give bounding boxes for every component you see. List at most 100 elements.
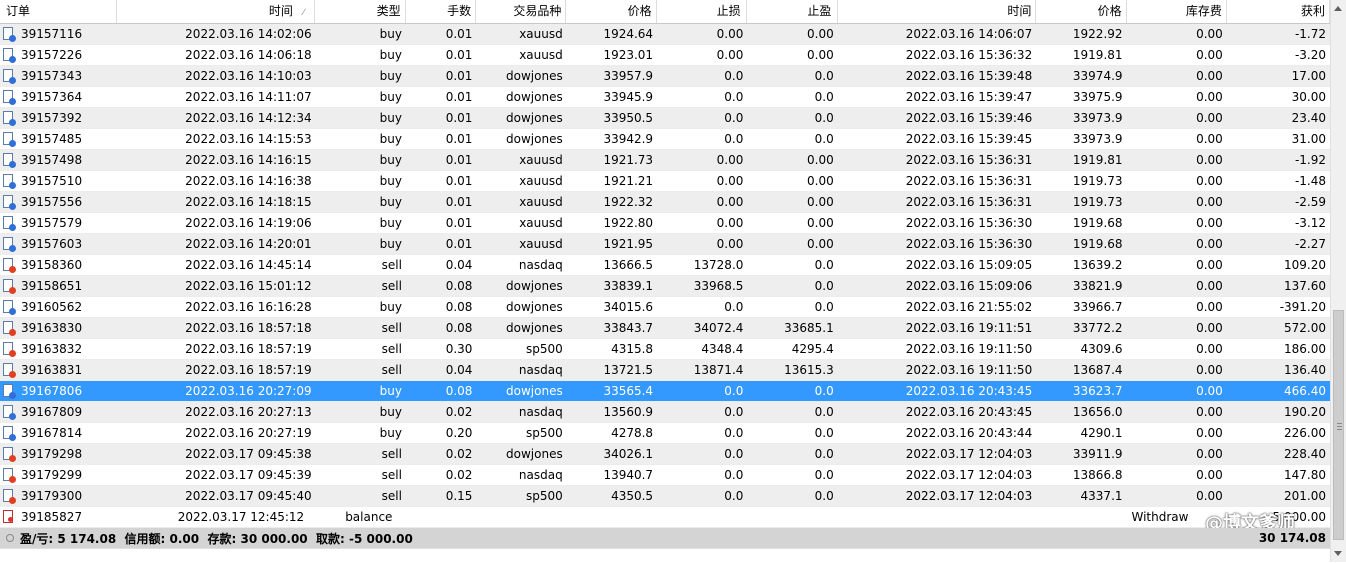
- type-cell: sell: [381, 489, 402, 503]
- table-row[interactable]: 39157603 2022.03.16 14:20:01 buy 0.01 xauusd…: [0, 234, 1330, 255]
- lots-cell: 0.08: [445, 384, 473, 398]
- header-take-profit[interactable]: 止盈: [747, 0, 839, 23]
- balance-comment-text: Withdraw: [1131, 510, 1189, 524]
- table-row[interactable]: 39157226 2022.03.16 14:06:18 buy 0.01 xauusd…: [0, 45, 1330, 66]
- close-time-cell: 2022.03.16 15:39:47: [905, 90, 1033, 104]
- swap-cell: 0.00: [1196, 258, 1223, 272]
- table-row[interactable]: 39157116 2022.03.16 14:02:06 buy 0.01 xauusd…: [0, 24, 1330, 45]
- table-row[interactable]: 39179300 2022.03.17 09:45:40 sell 0.15 sp500…: [0, 486, 1330, 507]
- buy-order-icon: [3, 111, 16, 126]
- lots-cell: 0.01: [445, 153, 473, 167]
- take-profit-cell: 0.00: [807, 27, 834, 41]
- table-row[interactable]: 39157556 2022.03.16 14:18:15 buy 0.01 xauusd…: [0, 192, 1330, 213]
- symbol-cell: sp500: [525, 342, 563, 356]
- table-row[interactable]: 39167814 2022.03.16 20:27:19 buy 0.20 sp500 4…: [0, 423, 1330, 444]
- symbol-cell: nasdaq: [518, 363, 563, 377]
- swap-cell: 0.00: [1196, 48, 1223, 62]
- order-number: 39160562: [21, 300, 83, 314]
- summary-bar: 盈/亏: 5 174.08 信用额: 0.00 存款: 30 000.00 取款…: [0, 528, 1330, 548]
- lots-cell: 0.08: [445, 321, 473, 335]
- lots-cell: 0.02: [445, 468, 473, 482]
- header-symbol[interactable]: 交易品种: [476, 0, 567, 23]
- buy-order-icon: [3, 153, 16, 168]
- close-time-cell: 2022.03.16 20:43:45: [905, 405, 1033, 419]
- vertical-scrollbar[interactable]: [1330, 0, 1346, 562]
- table-row[interactable]: 39157392 2022.03.16 14:12:34 buy 0.01 dowjon…: [0, 108, 1330, 129]
- profit-cell: 572.00: [1284, 321, 1327, 335]
- order-number: 39157603: [21, 237, 83, 251]
- table-row[interactable]: 39167809 2022.03.16 20:27:13 buy 0.02 nasdaq…: [0, 402, 1330, 423]
- scroll-thumb[interactable]: [1333, 310, 1344, 540]
- table-row[interactable]: 39157498 2022.03.16 14:16:15 buy 0.01 xauusd…: [0, 150, 1330, 171]
- header-close-time[interactable]: 时间: [838, 0, 1037, 23]
- table-row[interactable]: 39157343 2022.03.16 14:10:03 buy 0.01 dowjon…: [0, 66, 1330, 87]
- time-cell: 2022.03.16 14:18:15: [185, 195, 312, 209]
- close-price-cell: 1919.81: [1072, 48, 1123, 62]
- table-row[interactable]: 39158651 2022.03.16 15:01:12 sell 0.08 dowjo…: [0, 276, 1330, 297]
- header-time-label: 时间: [268, 4, 293, 18]
- table-row[interactable]: 39157364 2022.03.16 14:11:07 buy 0.01 dowjon…: [0, 87, 1330, 108]
- price-cell: 1922.32: [603, 195, 654, 209]
- take-profit-cell: 0.0: [814, 111, 834, 125]
- balance-order: 39185827: [21, 510, 83, 524]
- buy-order-icon: [3, 195, 16, 210]
- header-price[interactable]: 价格: [566, 0, 657, 23]
- header-profit[interactable]: 获利: [1227, 0, 1330, 23]
- take-profit-cell: 0.00: [807, 153, 834, 167]
- close-price-cell: 33975.9: [1072, 90, 1123, 104]
- table-row[interactable]: 39179299 2022.03.17 09:45:39 sell 0.02 nasda…: [0, 465, 1330, 486]
- table-row[interactable]: 39163832 2022.03.16 18:57:19 sell 0.30 sp500…: [0, 339, 1330, 360]
- swap-cell: 0.00: [1196, 216, 1223, 230]
- scroll-down-arrow-icon[interactable]: [1334, 551, 1342, 556]
- close-price-cell: 33911.9: [1072, 447, 1123, 461]
- swap-cell: 0.00: [1196, 300, 1223, 314]
- table-row[interactable]: 39163831 2022.03.16 18:57:19 sell 0.04 nasda…: [0, 360, 1330, 381]
- order-cell: 39163832: [0, 339, 117, 359]
- lots-cell: 0.01: [445, 237, 473, 251]
- symbol-cell: xauusd: [519, 153, 563, 167]
- profit-cell: -3.20: [1294, 48, 1327, 62]
- sell-order-icon: [3, 258, 16, 273]
- close-time-cell: 2022.03.16 15:39:46: [905, 111, 1033, 125]
- table-row[interactable]: 39157579 2022.03.16 14:19:06 buy 0.01 xauusd…: [0, 213, 1330, 234]
- close-price-cell: 33623.7: [1072, 384, 1123, 398]
- table-row[interactable]: 39160562 2022.03.16 16:16:28 buy 0.08 dowjon…: [0, 297, 1330, 318]
- lots-cell: 0.04: [445, 363, 473, 377]
- time-cell: 2022.03.16 14:15:53: [185, 132, 312, 146]
- take-profit-cell: 0.0: [814, 69, 834, 83]
- type-cell: buy: [379, 300, 402, 314]
- profit-cell: -2.59: [1294, 195, 1327, 209]
- header-stop-loss[interactable]: 止损: [657, 0, 748, 23]
- order-cell: 39158651: [0, 276, 117, 296]
- swap-cell: 0.00: [1196, 174, 1223, 188]
- sell-order-icon: [3, 363, 16, 378]
- balance-row[interactable]: 39185827 2022.03.17 12:45:12 balance Wit…: [0, 507, 1330, 528]
- lots-cell: 0.01: [445, 174, 473, 188]
- close-time-cell: 2022.03.17 12:04:03: [905, 489, 1033, 503]
- table-row[interactable]: 39167806 2022.03.16 20:27:09 buy 0.08 dowjon…: [0, 381, 1330, 402]
- scroll-up-arrow-icon[interactable]: [1334, 6, 1342, 11]
- lots-cell: 0.04: [445, 258, 473, 272]
- header-swap[interactable]: 库存费: [1127, 0, 1227, 23]
- order-number: 39157392: [21, 111, 83, 125]
- time-cell: 2022.03.17 09:45:39: [185, 468, 312, 482]
- symbol-cell: nasdaq: [518, 468, 563, 482]
- table-row[interactable]: 39158360 2022.03.16 14:45:14 sell 0.04 nasda…: [0, 255, 1330, 276]
- header-order[interactable]: 订单: [0, 0, 118, 23]
- take-profit-cell: 0.00: [807, 48, 834, 62]
- table-row[interactable]: 39157510 2022.03.16 14:16:38 buy 0.01 xauusd…: [0, 171, 1330, 192]
- header-time[interactable]: 时间 ⁄: [117, 0, 316, 23]
- table-row[interactable]: 39163830 2022.03.16 18:57:18 sell 0.08 dowjo…: [0, 318, 1330, 339]
- header-lots[interactable]: 手数: [406, 0, 477, 23]
- header-close-price[interactable]: 价格: [1036, 0, 1127, 23]
- stop-loss-cell: 0.0: [724, 468, 744, 482]
- close-price-cell: 1919.81: [1072, 153, 1123, 167]
- close-price-cell: 4290.1: [1080, 426, 1123, 440]
- symbol-cell: dowjones: [506, 321, 563, 335]
- close-time-cell: 2022.03.16 15:09:06: [905, 279, 1033, 293]
- table-row[interactable]: 39157485 2022.03.16 14:15:53 buy 0.01 dowjon…: [0, 129, 1330, 150]
- stop-loss-cell: 34072.4: [693, 321, 744, 335]
- stop-loss-cell: 0.0: [724, 447, 744, 461]
- header-type[interactable]: 类型: [315, 0, 406, 23]
- table-row[interactable]: 39179298 2022.03.17 09:45:38 sell 0.02 dowjo…: [0, 444, 1330, 465]
